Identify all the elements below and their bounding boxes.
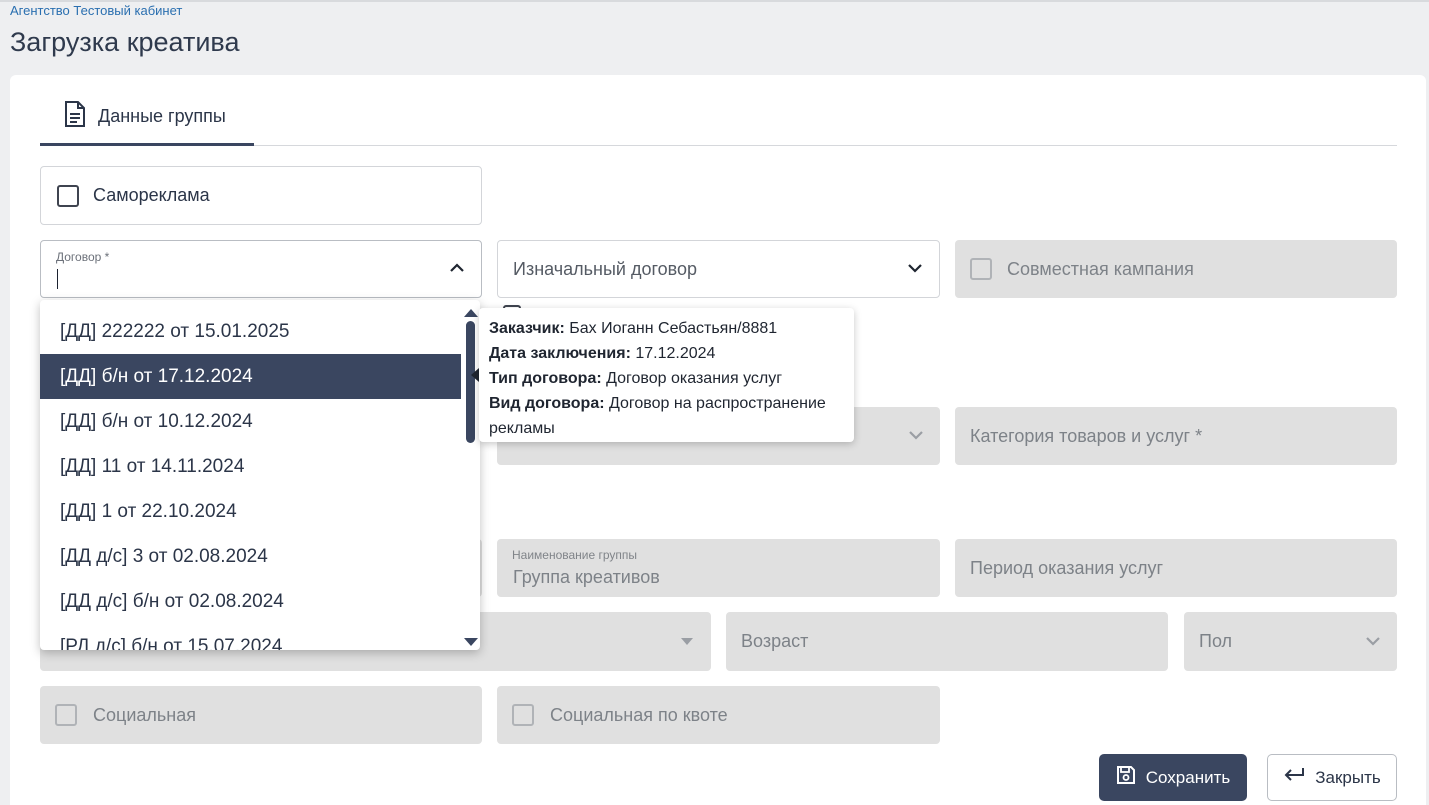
tab-group-data[interactable]: Данные группы bbox=[40, 90, 254, 146]
scroll-up-arrow-icon[interactable] bbox=[464, 304, 478, 322]
tooltip-customer-label: Заказчик: bbox=[489, 320, 565, 337]
social-quota-checkbox[interactable] bbox=[512, 704, 534, 726]
dropdown-option-selected[interactable]: [ДД] б/н от 17.12.2024 bbox=[40, 354, 461, 399]
scrollbar-thumb[interactable] bbox=[466, 321, 475, 443]
chevron-down-icon[interactable] bbox=[1365, 633, 1381, 651]
text-caret bbox=[57, 269, 58, 289]
self-ad-label: Самореклама bbox=[93, 185, 210, 205]
dropdown-option[interactable]: [ДД д/с] 3 от 02.08.2024 bbox=[40, 534, 461, 579]
tooltip-kind-label: Вид договора: bbox=[489, 395, 605, 412]
social-checkbox[interactable] bbox=[55, 704, 77, 726]
tooltip-date-label: Дата заключения: bbox=[489, 345, 631, 362]
save-button[interactable]: Сохранить bbox=[1099, 754, 1247, 801]
tooltip-kind-row: Вид договора: Договор на распространение… bbox=[489, 391, 844, 441]
dropdown-option[interactable]: [ДД] 1 от 22.10.2024 bbox=[40, 489, 461, 534]
chevron-down-icon[interactable] bbox=[908, 427, 924, 445]
group-name-field[interactable]: Наименование группы Группа креативов bbox=[497, 539, 940, 597]
tooltip-customer-row: Заказчик: Бах Иоганн Себастьян/8881 bbox=[489, 316, 844, 341]
goods-category-placeholder: Категория товаров и услуг * bbox=[970, 425, 1203, 446]
scroll-down-arrow-icon[interactable] bbox=[464, 633, 478, 650]
close-button[interactable]: Закрыть bbox=[1267, 754, 1397, 801]
top-border bbox=[0, 0, 1429, 2]
dropdown-option[interactable]: [ДД] 222222 от 15.01.2025 bbox=[40, 309, 461, 354]
gender-select[interactable]: Пол bbox=[1184, 612, 1397, 671]
tooltip-date-row: Дата заключения: 17.12.2024 bbox=[489, 341, 844, 366]
goods-category-select[interactable]: Категория товаров и услуг * bbox=[955, 407, 1397, 465]
triangle-down-icon[interactable] bbox=[681, 633, 693, 651]
contract-tooltip: Заказчик: Бах Иоганн Себастьян/8881 Дата… bbox=[479, 308, 854, 442]
breadcrumb[interactable]: Агентство Тестовый кабинет bbox=[10, 3, 182, 18]
save-label: Сохранить bbox=[1145, 767, 1231, 787]
social-checkbox-field[interactable]: Социальная bbox=[40, 686, 482, 744]
age-placeholder: Возраст bbox=[741, 631, 809, 651]
dropdown-option[interactable]: [РД д/с] б/н от 15.07.2024 bbox=[40, 624, 461, 651]
initial-contract-placeholder: Изначальный договор bbox=[513, 258, 698, 279]
age-field[interactable]: Возраст bbox=[726, 612, 1168, 671]
contract-dropdown[interactable]: [ДД] 222222 от 15.01.2025 [ДД] б/н от 17… bbox=[40, 300, 480, 650]
dropdown-option[interactable]: [ДД] 11 от 14.11.2024 bbox=[40, 444, 461, 489]
service-period-field[interactable]: Период оказания услуг bbox=[955, 539, 1397, 597]
tooltip-arrow bbox=[471, 368, 479, 382]
joint-campaign-checkbox-field[interactable]: Совместная кампания bbox=[955, 240, 1397, 298]
tab-label: Данные группы bbox=[98, 106, 226, 126]
self-ad-checkbox-field[interactable]: Самореклама bbox=[40, 166, 482, 225]
chevron-up-icon[interactable] bbox=[449, 260, 465, 278]
tooltip-type-value: Договор оказания услуг bbox=[606, 370, 783, 387]
joint-campaign-checkbox[interactable] bbox=[970, 258, 992, 280]
contract-label: Договор * bbox=[56, 250, 110, 264]
social-quota-checkbox-field[interactable]: Социальная по квоте bbox=[497, 686, 940, 744]
chevron-down-icon[interactable] bbox=[907, 260, 923, 278]
gender-placeholder: Пол bbox=[1199, 631, 1233, 651]
tooltip-date-value: 17.12.2024 bbox=[635, 345, 716, 362]
tab-bar: Данные группы bbox=[40, 90, 1397, 146]
initial-contract-select[interactable]: Изначальный договор bbox=[497, 240, 940, 298]
tooltip-type-label: Тип договора: bbox=[489, 370, 602, 387]
document-icon bbox=[64, 101, 86, 132]
social-label: Социальная bbox=[93, 704, 196, 725]
contract-select[interactable]: Договор * bbox=[40, 240, 482, 298]
page-title: Загрузка креатива bbox=[10, 27, 240, 57]
social-quota-label: Социальная по квоте bbox=[550, 704, 728, 725]
return-arrow-icon bbox=[1283, 767, 1305, 788]
close-label: Закрыть bbox=[1315, 767, 1381, 787]
group-name-value: Группа креативов bbox=[513, 567, 660, 587]
group-name-label: Наименование группы bbox=[512, 548, 638, 562]
joint-campaign-label: Совместная кампания bbox=[1007, 258, 1194, 279]
dropdown-option[interactable]: [ДД д/с] б/н от 02.08.2024 bbox=[40, 579, 461, 624]
save-icon bbox=[1116, 765, 1136, 790]
tooltip-customer-value: Бах Иоганн Себастьян/8881 bbox=[569, 320, 778, 337]
self-ad-checkbox[interactable] bbox=[57, 184, 79, 207]
service-period-placeholder: Период оказания услуг bbox=[970, 557, 1164, 578]
dropdown-option[interactable]: [ДД] б/н от 10.12.2024 bbox=[40, 399, 461, 444]
tooltip-type-row: Тип договора: Договор оказания услуг bbox=[489, 366, 844, 391]
